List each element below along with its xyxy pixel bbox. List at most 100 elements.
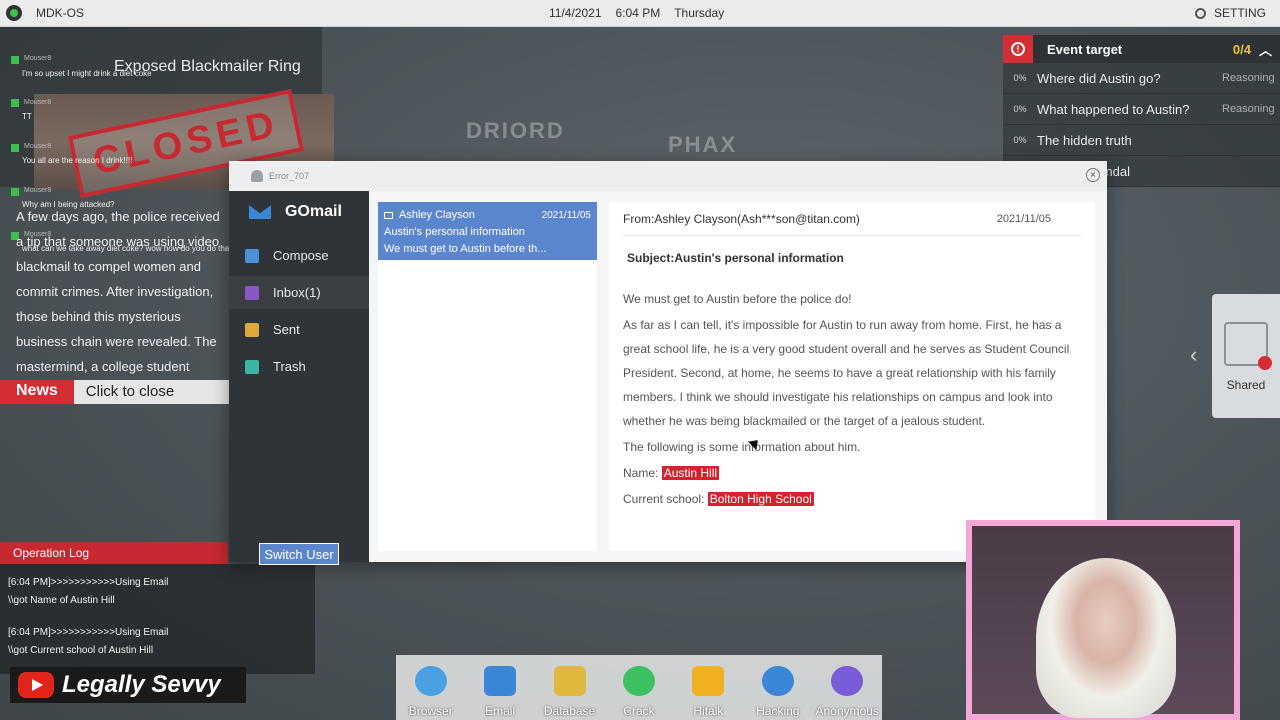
envelope-icon xyxy=(249,205,271,219)
dock-crack[interactable]: Crack xyxy=(609,666,669,718)
event-status: Reasoning xyxy=(1222,72,1275,84)
gomail-logo: GOmail xyxy=(229,191,369,221)
database-icon xyxy=(553,666,586,696)
map-label: DRIORD xyxy=(466,118,565,143)
settings-label: SETTING xyxy=(1213,6,1266,20)
os-logo-icon[interactable] xyxy=(6,5,22,21)
chat-avatar-icon xyxy=(11,188,19,196)
nav-compose[interactable]: Compose xyxy=(229,239,369,272)
compose-icon xyxy=(245,248,259,263)
event-progress: 0% xyxy=(1013,104,1027,114)
body-paragraph: We must get to Austin before the police … xyxy=(623,292,852,306)
chevron-up-icon[interactable]: ︿ xyxy=(1259,40,1272,59)
phone-icon xyxy=(831,666,864,696)
name-line: Name: Austin Hill xyxy=(623,461,1081,485)
message-list: Ashley Clayson 2021/11/05 Austin's perso… xyxy=(378,202,597,551)
dock-browser[interactable]: Browser xyxy=(401,666,461,718)
switch-user-button[interactable]: Switch User xyxy=(259,543,339,565)
message-from: Ashley Clayson xyxy=(399,209,475,221)
dock-label: Email xyxy=(485,704,516,718)
event-status: Reasoning xyxy=(1222,103,1275,115)
dock: Browser Email Database Crack Hitalk Hack… xyxy=(396,655,882,720)
name-value[interactable]: Austin Hill xyxy=(661,466,720,480)
close-icon[interactable]: × xyxy=(1086,168,1100,182)
event-row[interactable]: 0% What happened to Austin? Reasoning xyxy=(1003,94,1280,125)
event-target-header[interactable]: ! Event target 0/4 ︿ xyxy=(1003,35,1280,63)
streamer-video xyxy=(1036,558,1176,718)
event-row[interactable]: 0% Where did Austin go? Reasoning xyxy=(1003,63,1280,94)
chat-message: You all are the reason I drink!!!! xyxy=(22,156,133,165)
email-window: Error_707 × GOmail Compose Inbox(1) Sent… xyxy=(229,161,1107,565)
log-line: \\got Name of Austin Hill xyxy=(8,595,115,606)
log-line: [6:04 PM]>>>>>>>>>>>Using Email xyxy=(8,627,169,638)
date-text: 11/4/2021 xyxy=(549,6,602,20)
gear-icon xyxy=(1194,7,1206,19)
log-entry: [6:04 PM]>>>>>>>>>>>Using Email \\got Cu… xyxy=(8,624,307,660)
message-reader: From:Ashley Clayson(Ash***son@titan.com)… xyxy=(609,202,1095,551)
datetime: 11/4/2021 6:04 PM Thursday xyxy=(549,6,724,20)
shared-tab[interactable]: Shared xyxy=(1212,294,1280,418)
email-nav: Compose Inbox(1) Sent Trash xyxy=(229,239,369,383)
app-name: GOmail xyxy=(285,203,342,220)
webcam-overlay xyxy=(966,520,1240,720)
chat-avatar-icon xyxy=(11,56,19,64)
school-line: Current school: Bolton High School xyxy=(623,487,1081,511)
event-text: The hidden truth xyxy=(1037,132,1132,148)
dock-hacking[interactable]: Hacking xyxy=(748,666,808,718)
time-text: 6:04 PM xyxy=(615,6,661,20)
nav-label: Compose xyxy=(273,248,329,263)
os-name: MDK-OS xyxy=(36,6,84,20)
operation-log-header: Operation Log xyxy=(0,542,228,564)
dock-anonymous[interactable]: Anonymous xyxy=(816,666,879,718)
dock-email[interactable]: Email xyxy=(470,666,530,718)
chat-avatar-icon xyxy=(11,144,19,152)
alert-icon: ! xyxy=(1011,42,1025,56)
settings-button[interactable]: SETTING xyxy=(1194,6,1266,20)
trash-icon xyxy=(245,359,259,374)
body-paragraph: The following is some information about … xyxy=(623,440,861,454)
sent-icon xyxy=(245,322,259,337)
dock-label: Database xyxy=(543,704,596,718)
message-subject: Austin's personal information xyxy=(384,226,525,238)
dock-label: Browser xyxy=(408,704,453,718)
nav-label: Inbox(1) xyxy=(273,285,321,300)
nav-inbox[interactable]: Inbox(1) xyxy=(229,276,369,309)
dock-database[interactable]: Database xyxy=(540,666,600,718)
body-paragraph: As far as I can tell, it's impossible fo… xyxy=(623,318,1070,428)
email-sidebar: GOmail Compose Inbox(1) Sent Trash Switc… xyxy=(229,191,369,565)
window-titlebar[interactable]: Error_707 xyxy=(229,161,1107,191)
event-progress: 0% xyxy=(1013,135,1027,145)
nav-trash[interactable]: Trash xyxy=(229,350,369,383)
weekday-text: Thursday xyxy=(674,6,725,20)
chat-user: Mouser8 xyxy=(24,99,52,106)
event-text: Where did Austin go? xyxy=(1037,70,1161,86)
reader-subject: Subject:Austin's personal information xyxy=(627,251,844,265)
hacking-icon xyxy=(761,666,794,696)
dock-label: Hitalk xyxy=(693,704,724,718)
nav-sent[interactable]: Sent xyxy=(229,313,369,346)
event-row[interactable]: 0% The hidden truth xyxy=(1003,125,1280,156)
school-value[interactable]: Bolton High School xyxy=(707,492,814,506)
reader-header: From:Ashley Clayson(Ash***son@titan.com)… xyxy=(623,202,1081,236)
news-body: A few days ago, the police received a ti… xyxy=(16,209,220,399)
news-tag: News xyxy=(0,380,74,404)
message-item[interactable]: Ashley Clayson 2021/11/05 Austin's perso… xyxy=(378,202,597,260)
dock-hitalk[interactable]: Hitalk xyxy=(678,666,738,718)
log-line: [6:04 PM]>>>>>>>>>>>Using Email xyxy=(8,577,169,588)
school-label: Current school: xyxy=(623,492,705,506)
channel-name: Legally Sevvy xyxy=(62,671,221,698)
event-title: Event target xyxy=(1047,41,1123,57)
chevron-left-icon[interactable]: ‹ xyxy=(1190,342,1197,368)
message-preview: We must get to Austin before th... xyxy=(384,243,547,255)
nav-label: Trash xyxy=(273,359,306,374)
reader-from: From:Ashley Clayson(Ash***son@titan.com) xyxy=(623,211,860,226)
news-close-button[interactable]: Click to close xyxy=(73,380,230,404)
top-bar: MDK-OS 11/4/2021 6:04 PM Thursday SETTIN… xyxy=(0,0,1280,27)
chat-user: Mouser8 xyxy=(24,143,52,150)
nav-label: Sent xyxy=(273,322,300,337)
operation-log: [6:04 PM]>>>>>>>>>>>Using Email \\got Na… xyxy=(0,564,315,674)
reader-body: We must get to Austin before the police … xyxy=(623,287,1081,511)
news-bar: News Click to close xyxy=(0,380,230,404)
event-text: What happened to Austin? xyxy=(1037,101,1190,117)
key-icon xyxy=(622,666,655,696)
